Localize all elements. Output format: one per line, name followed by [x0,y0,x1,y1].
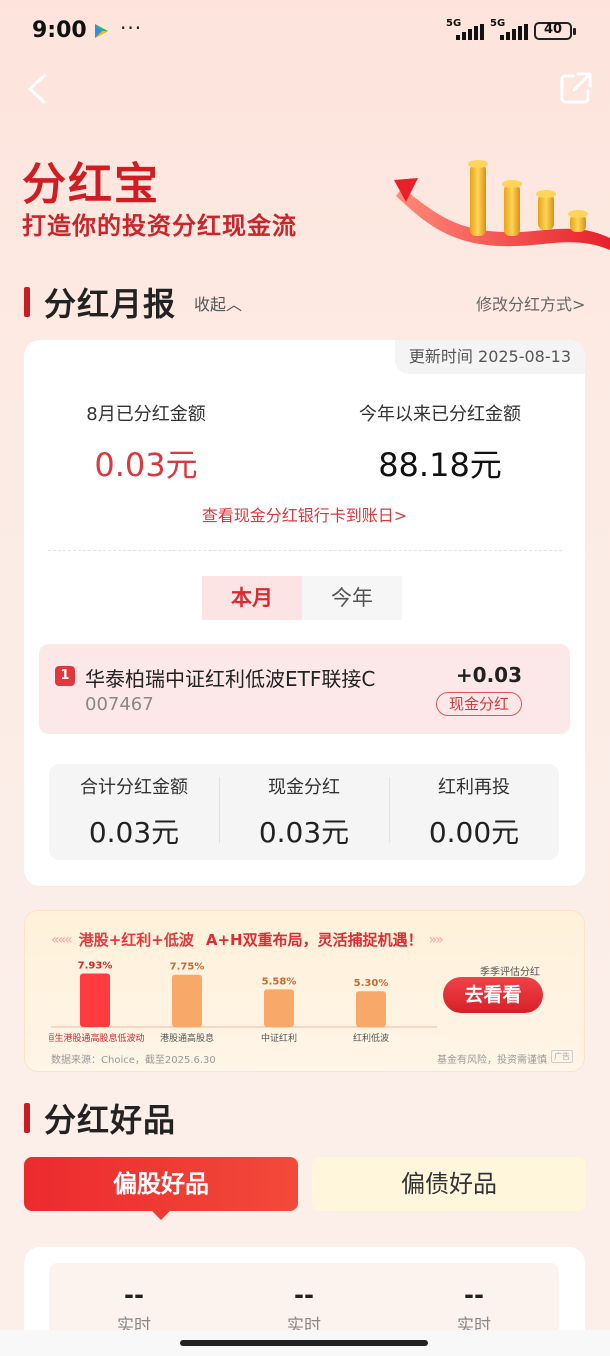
collapse-toggle[interactable]: 收起︿ [194,291,242,315]
tab-equity-products[interactable]: 偏股好品 [24,1157,298,1220]
share-icon[interactable] [558,70,594,106]
summary-total-value: 0.03元 [88,816,180,849]
metric-value: -- [294,1281,314,1309]
banner-headline: ««« 港股+红利+低波 A+H双重布局，灵活捕捉机遇！ »» [25,929,584,950]
summary-total-label: 合计分红金额 [80,777,188,798]
bank-arrival-link[interactable]: 查看现金分红银行卡到账日> [24,502,585,526]
tab-this-month[interactable]: 本月 [202,576,302,620]
summary-reinvest-value: 0.00元 [428,816,520,849]
chart-value-label: 5.58% [262,976,297,987]
fund-list-item[interactable]: 1 华泰柏瑞中证红利低波ETF联接C 007467 +0.03 现金分红 [39,644,570,734]
year-dividend-label: 今年以来已分红金额 [359,404,521,425]
summary-cash-value: 0.03元 [258,816,350,849]
chart-bar [356,991,386,1027]
fund-code: 007467 [85,694,154,715]
fund-name: 华泰柏瑞中证红利低波ETF联接C [85,667,376,691]
battery-level: 40 [543,22,563,37]
banner-risk-warning: 基金有风险，投资需谨慎 [437,1055,547,1066]
dividend-summary: 合计分红金额 0.03元 现金分红 0.03元 红利再投 0.00元 [49,764,559,860]
chart-bar [172,974,202,1027]
banner-arrows-left: ««« [51,931,73,948]
heading-accent-bar [24,1103,30,1133]
metric-value: -- [124,1281,144,1309]
tab-this-year[interactable]: 今年 [302,576,402,620]
banner-note: 季季评估分红 [480,967,540,978]
summary-reinvest: 红利再投 0.00元 [389,773,559,851]
chart-value-label: 7.75% [170,962,205,973]
monthly-report-title: 分红月报 [44,285,177,323]
yield-bar-chart: 7.93% 恒生港股通高股息低波动 7.75% 港股通高股息 5.58% 中证红利 5.30… [49,960,437,1044]
chart-category-label: 港股通高股息 [160,1032,214,1044]
home-indicator[interactable] [180,1340,428,1346]
coins-growth-illustration [394,160,610,250]
status-bar: 9:00 ··· 5G 5G 40 [0,0,610,62]
summary-cash: 现金分红 0.03元 [219,773,389,851]
status-more-icon: ··· [120,16,143,40]
chart-bar [264,989,294,1027]
banner-data-source: 数据来源：Choice，截至2025.6.30 [51,1055,216,1066]
heading-accent-bar [24,287,30,317]
period-tabs: 本月 今年 [202,576,402,620]
ad-label: 广告 [551,1050,573,1063]
product-tabs: 偏股好品 偏债好品 [24,1157,586,1220]
summary-reinvest-label: 红利再投 [438,777,510,798]
update-time-badge: 更新时间 2025-08-13 [394,340,585,374]
back-icon[interactable] [22,72,56,106]
battery-icon: 40 [534,22,576,40]
dividend-type-tag: 现金分红 [435,692,522,716]
banner-arrows-right: »» [428,931,444,948]
fund-dividend-amount: +0.03 [455,663,522,687]
modify-dividend-method-link[interactable]: 修改分红方式> [476,291,585,315]
promo-banner[interactable]: ««« 港股+红利+低波 A+H双重布局，灵活捕捉机遇！ »» 7.93% 恒生港… [24,910,585,1072]
go-see-button[interactable]: 去看看 [443,977,543,1013]
fund-rank-badge: 1 [55,666,75,686]
chart-value-label: 5.30% [354,978,389,989]
hero-title: 分红宝 [22,159,160,210]
tab-bond-products[interactable]: 偏债好品 [312,1157,586,1211]
month-dividend-label: 8月已分红金额 [86,404,206,425]
metric-value: -- [464,1281,484,1309]
app-play-icon [95,24,108,38]
month-dividend-value: 0.03元 [94,446,198,484]
chart-category-label: 中证红利 [261,1032,297,1044]
banner-slogan: A+H双重布局，灵活捕捉机遇！ [205,931,423,949]
divider [48,550,562,551]
monthly-report-heading: 分红月报 [24,282,177,323]
banner-tag: 港股+红利+低波 [78,931,194,949]
summary-total: 合计分红金额 0.03元 [49,773,219,851]
good-products-heading: 分红好品 [24,1098,177,1139]
status-time: 9:00 [32,18,87,43]
summary-cash-label: 现金分红 [268,777,340,798]
year-dividend-value: 88.18元 [378,446,502,484]
month-dividend-stat: 8月已分红金额 0.03元 [26,400,266,486]
monthly-report-card: 更新时间 2025-08-13 8月已分红金额 0.03元 今年以来已分红金额 … [24,340,585,886]
chart-bar [80,973,110,1027]
chart-category-label: 恒生港股通高股息低波动 [49,1032,145,1044]
good-products-title: 分红好品 [44,1101,177,1139]
chart-category-label: 红利低波 [353,1032,389,1044]
hero-subtitle: 打造你的投资分红现金流 [22,212,297,240]
year-dividend-stat: 今年以来已分红金额 88.18元 [320,400,560,486]
chart-value-label: 7.93% [78,960,113,971]
